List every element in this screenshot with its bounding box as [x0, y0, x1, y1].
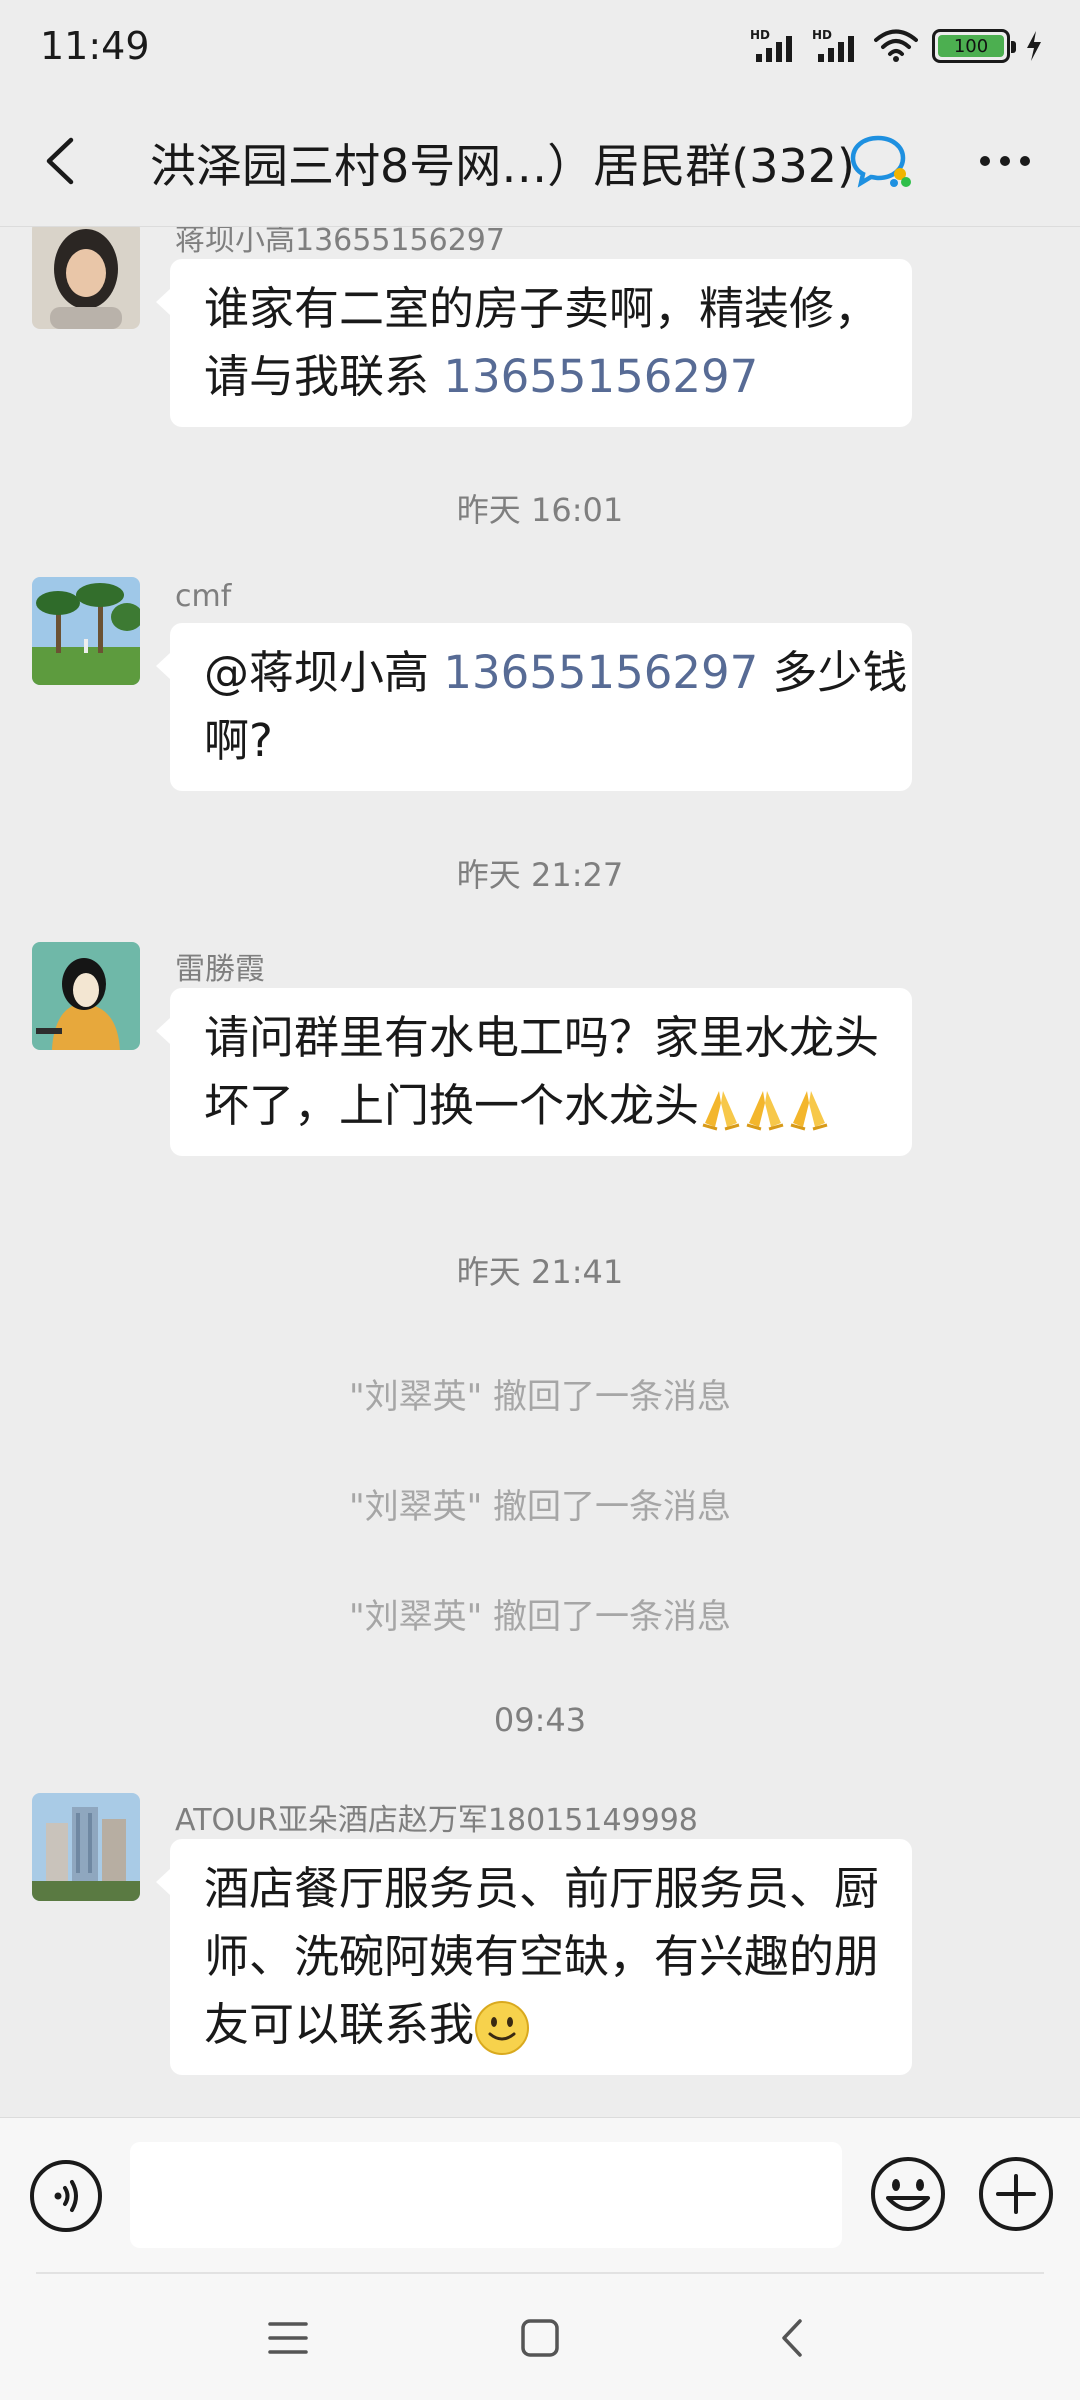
timestamp: 09:43: [493, 1701, 587, 1739]
input-bar: [0, 2117, 1080, 2272]
nav-back-button[interactable]: [762, 2308, 822, 2368]
message-line: 友可以联系我: [204, 1991, 878, 2059]
recall-notice: "刘翠英" 撤回了一条消息: [348, 1597, 732, 1637]
message-bubble[interactable]: 酒店餐厅服务员、前厅服务员、厨 师、洗碗阿姨有空缺，有兴趣的朋 友可以联系我: [156, 1839, 912, 2075]
menu-icon: [268, 2322, 308, 2354]
signal-icon: HD: [750, 28, 798, 64]
smile-emoji-icon: [475, 2001, 530, 2055]
wifi-icon: [874, 29, 918, 62]
message-list[interactable]: 蒋坝小高13655156297 谁家有二室的房子卖啊，精装修， 请与我联系 13…: [0, 227, 1080, 2117]
message-line: 谁家有二室的房子卖啊，精装修，: [204, 275, 880, 343]
sender-name: cmf: [175, 579, 232, 614]
pray-hands-icon: [790, 1091, 828, 1131]
battery-level: 100: [938, 35, 1004, 57]
back-arrow-icon: [46, 137, 74, 185]
sender-avatar[interactable]: [32, 942, 140, 1050]
status-icons: HD HD 100: [750, 28, 1044, 64]
message-bubble[interactable]: 谁家有二室的房子卖啊，精装修， 请与我联系 13655156297: [156, 259, 912, 427]
message-text: 酒店餐厅服务员、前厅服务员、厨: [204, 1862, 880, 1915]
message-text: 请与我联系: [204, 350, 444, 403]
chat-header: 洪泽园三村8号网…）居民群(332): [0, 96, 1080, 226]
back-button[interactable]: [30, 128, 90, 194]
home-button[interactable]: [510, 2308, 570, 2368]
sender-name: ATOUR亚朵酒店赵万军18015149998: [175, 1803, 698, 1838]
nav-divider: [36, 2272, 1044, 2274]
recall-notice: "刘翠英" 撤回了一条消息: [348, 1487, 732, 1527]
message-line: 请与我联系 13655156297: [204, 343, 878, 411]
emoji-icon[interactable]: [868, 2154, 948, 2234]
more-icon: [980, 156, 1030, 166]
message-text: 多少钱: [758, 646, 908, 699]
menu-button[interactable]: [258, 2308, 318, 2368]
pray-hands-icon: [746, 1091, 784, 1131]
message-line: 坏了，上门换一个水龙头: [204, 1072, 878, 1140]
message-line: @蒋坝小高 13655156297 多少钱: [204, 639, 908, 707]
sender-name: 蒋坝小高13655156297: [175, 227, 505, 258]
avatar-illustration: [32, 942, 140, 1050]
back-icon: [782, 2319, 802, 2357]
signal-icon: HD: [812, 28, 860, 64]
message-text: 请问群里有水电工吗？家里水龙头: [204, 1011, 880, 1064]
message-text: 坏了，上门换一个水龙头: [204, 1079, 700, 1132]
message-text: 谁家有二室的房子卖啊，精装修，: [204, 282, 880, 335]
message-text: 啊?: [204, 714, 273, 767]
phone-number-link[interactable]: 13655156297: [443, 646, 758, 699]
avatar-hotel-building: [32, 1793, 140, 1901]
message-line: 师、洗碗阿姨有空缺，有兴趣的朋: [204, 1923, 880, 1991]
recall-notice: "刘翠英" 撤回了一条消息: [348, 1377, 732, 1417]
message-text: 友可以联系我: [204, 1998, 475, 2051]
sender-avatar[interactable]: [32, 227, 140, 329]
message-bubble[interactable]: @蒋坝小高 13655156297 多少钱 啊?: [156, 623, 912, 791]
message-line: 请问群里有水电工吗？家里水龙头: [204, 1004, 880, 1072]
message-line: 啊?: [204, 707, 878, 775]
more-button[interactable]: [970, 136, 1040, 186]
message-bubble[interactable]: 请问群里有水电工吗？家里水龙头 坏了，上门换一个水龙头: [156, 988, 912, 1156]
sender-avatar[interactable]: [32, 1793, 140, 1901]
chat-screen: 11:49 HD HD 100 洪泽园三村8号网…）居民群(332) 蒋坝小高1…: [0, 0, 1080, 2400]
battery-icon: 100: [932, 29, 1016, 63]
sender-name: 雷勝霞: [175, 952, 265, 987]
status-bar: 11:49 HD HD 100: [0, 0, 1080, 96]
group-chat-icon[interactable]: [850, 134, 912, 190]
message-input[interactable]: [130, 2142, 842, 2248]
timestamp: 昨天 16:01: [456, 491, 624, 529]
status-time: 11:49: [40, 24, 150, 68]
timestamp: 昨天 21:27: [456, 856, 624, 894]
pray-hands-icon: [702, 1091, 740, 1131]
charging-icon: [1027, 31, 1041, 61]
voice-input-icon[interactable]: [28, 2158, 104, 2234]
mention-text: @蒋坝小高: [204, 646, 444, 699]
home-icon: [521, 2319, 559, 2357]
sender-avatar[interactable]: [32, 577, 140, 685]
message-text: 师、洗碗阿姨有空缺，有兴趣的朋: [204, 1930, 880, 1983]
system-navigation-bar: [0, 2272, 1080, 2400]
avatar-woman: [32, 227, 140, 329]
message-line: 酒店餐厅服务员、前厅服务员、厨: [204, 1855, 880, 1923]
plus-icon[interactable]: [976, 2154, 1056, 2234]
timestamp: 昨天 21:41: [456, 1253, 624, 1291]
chat-title[interactable]: 洪泽园三村8号网…）居民群(332): [150, 130, 855, 196]
phone-number-link[interactable]: 13655156297: [443, 350, 758, 403]
avatar-palm-trees: [32, 577, 140, 685]
